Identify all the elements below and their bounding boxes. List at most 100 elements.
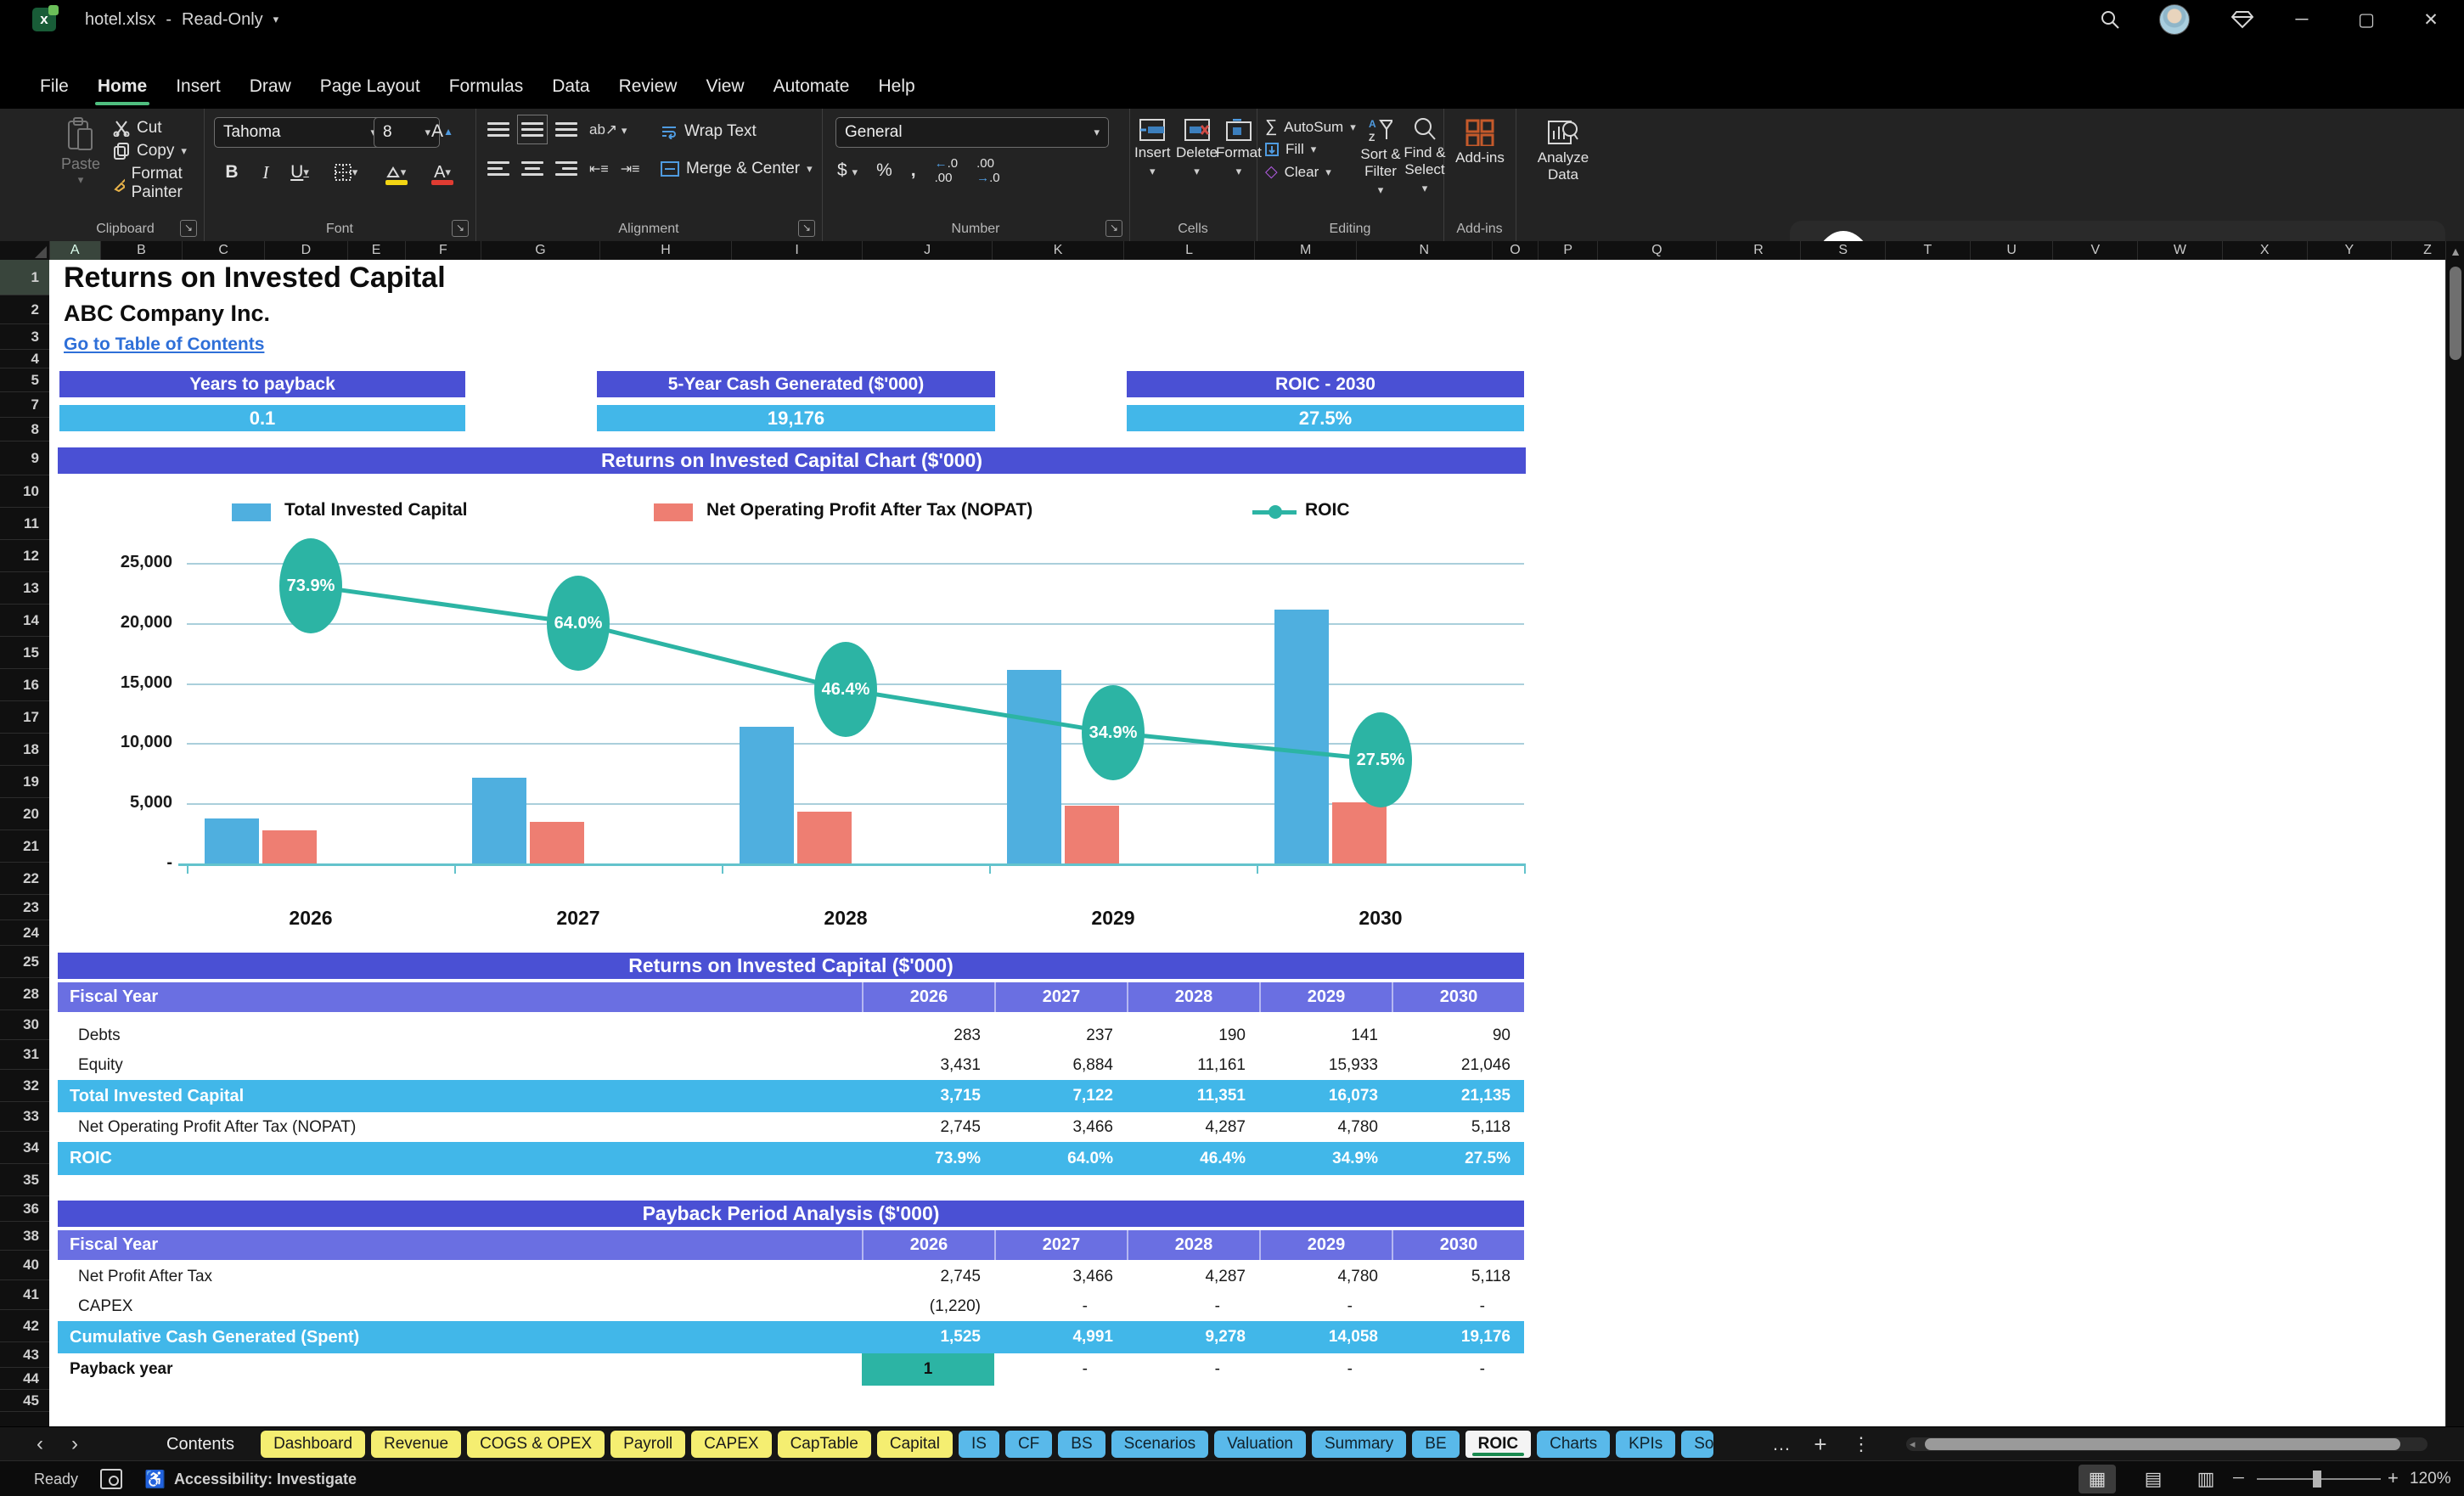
cell-2029[interactable]: 14,058 — [1259, 1321, 1392, 1353]
sheet-tab-cogs-opex[interactable]: COGS & OPEX — [467, 1431, 605, 1458]
column-header-S[interactable]: S — [1801, 241, 1887, 260]
autosum-button[interactable]: ∑ AutoSum ▾ — [1265, 117, 1356, 137]
year-header-2026[interactable]: 2026 — [862, 1230, 994, 1260]
cell-2028[interactable]: 4,287 — [1127, 1262, 1259, 1291]
year-header-2030[interactable]: 2030 — [1392, 982, 1524, 1012]
page-break-view-button[interactable]: ▥ — [2187, 1465, 2225, 1493]
sheet-tab-payroll[interactable]: Payroll — [610, 1431, 686, 1458]
row-header-15[interactable]: 15 — [0, 637, 49, 669]
row-header-5[interactable]: 5 — [0, 368, 49, 392]
column-header-F[interactable]: F — [406, 241, 482, 260]
column-header-I[interactable]: I — [732, 241, 863, 260]
cell-2027[interactable]: 64.0% — [994, 1142, 1127, 1175]
cell-2030[interactable]: 5,118 — [1392, 1112, 1524, 1142]
row-label[interactable]: ROIC — [58, 1142, 862, 1175]
sheet-tab-bs[interactable]: BS — [1058, 1431, 1105, 1458]
cell-2027[interactable]: 4,991 — [994, 1321, 1127, 1353]
ribbon-tab-data[interactable]: Data — [537, 65, 604, 109]
cell-2029[interactable]: - — [1259, 1291, 1392, 1321]
italic-button[interactable]: I — [250, 158, 282, 187]
row-header-21[interactable]: 21 — [0, 830, 49, 863]
format-painter-button[interactable]: Format Painter — [113, 165, 204, 202]
page-layout-view-button[interactable]: ▤ — [2135, 1465, 2172, 1493]
ribbon-tab-review[interactable]: Review — [605, 65, 692, 109]
increase-decimal-button[interactable]: ←.0.00 — [935, 156, 959, 185]
column-header-N[interactable]: N — [1357, 241, 1493, 260]
cell-2028[interactable]: - — [1127, 1291, 1259, 1321]
minimize-button[interactable]: ─ — [2282, 0, 2321, 39]
ribbon-tab-file[interactable]: File — [25, 65, 83, 109]
tabs-scroll-left-icon[interactable]: ‹ — [25, 1432, 54, 1456]
scroll-left-icon[interactable]: ◂ — [1910, 1437, 1916, 1451]
analyze-data-button[interactable]: Analyze Data — [1527, 119, 1599, 183]
align-middle-icon[interactable] — [517, 115, 548, 144]
column-header-J[interactable]: J — [863, 241, 993, 260]
cell-2029[interactable]: - — [1259, 1353, 1392, 1386]
ribbon-tab-view[interactable]: View — [691, 65, 758, 109]
row-header-34[interactable]: 34 — [0, 1132, 49, 1164]
font-dialog-launcher[interactable]: ↘ — [452, 220, 469, 237]
cell-2029[interactable]: 4,780 — [1259, 1262, 1392, 1291]
sheet-tab-so[interactable]: So — [1681, 1431, 1714, 1458]
cell-2030[interactable]: 19,176 — [1392, 1321, 1524, 1353]
cell-2027[interactable]: - — [994, 1353, 1127, 1386]
row-header-14[interactable]: 14 — [0, 605, 49, 637]
sheet-tab-is[interactable]: IS — [959, 1431, 999, 1458]
sheet-tab-dashboard[interactable]: Dashboard — [261, 1431, 366, 1458]
decrease-decimal-button[interactable]: .00 →.0 — [976, 156, 1000, 185]
column-header-D[interactable]: D — [265, 241, 348, 260]
kpi-value-1[interactable]: 19,176 — [597, 405, 995, 431]
cell-2026[interactable]: 2,745 — [862, 1112, 994, 1142]
borders-button[interactable]: ▾ — [329, 158, 362, 187]
row-header-43[interactable]: 43 — [0, 1342, 49, 1368]
row-header-35[interactable]: 35 — [0, 1164, 49, 1196]
cell-2026[interactable]: 3,715 — [862, 1080, 994, 1112]
row-header-45[interactable]: 45 — [0, 1390, 49, 1412]
ribbon-tab-draw[interactable]: Draw — [235, 65, 306, 109]
cell-2030[interactable]: 21,046 — [1392, 1050, 1524, 1080]
row-label[interactable]: Payback year — [58, 1353, 862, 1386]
bold-button[interactable]: B — [216, 158, 248, 187]
delete-cells-button[interactable]: Delete ▾ — [1176, 119, 1218, 178]
ribbon-tab-formulas[interactable]: Formulas — [435, 65, 538, 109]
year-header-2029[interactable]: 2029 — [1259, 1230, 1392, 1260]
column-header-U[interactable]: U — [1971, 241, 2054, 260]
sheet-tab-cf[interactable]: CF — [1004, 1431, 1053, 1458]
cell-2027[interactable]: 7,122 — [994, 1080, 1127, 1112]
fiscal-year-label[interactable]: Fiscal Year — [58, 1230, 862, 1260]
cell-2026[interactable]: 2,745 — [862, 1262, 994, 1291]
column-header-R[interactable]: R — [1717, 241, 1802, 260]
kpi-header-2[interactable]: ROIC - 2030 — [1127, 371, 1524, 397]
row-header-18[interactable]: 18 — [0, 734, 49, 766]
ribbon-tab-home[interactable]: Home — [83, 65, 161, 109]
column-header-C[interactable]: C — [183, 241, 266, 260]
accessibility-status[interactable]: ♿ Accessibility: Investigate — [144, 1469, 357, 1490]
year-header-2026[interactable]: 2026 — [862, 982, 994, 1012]
column-header-V[interactable]: V — [2053, 241, 2139, 260]
cell-2029[interactable]: 16,073 — [1259, 1080, 1392, 1112]
find-select-button[interactable]: Find & Select ▾ — [1403, 117, 1447, 195]
row-header-11[interactable]: 11 — [0, 508, 49, 540]
cell-2027[interactable]: - — [994, 1291, 1127, 1321]
sheet-tab-capex[interactable]: CAPEX — [691, 1431, 772, 1458]
scroll-up-icon[interactable]: ▲ — [2448, 245, 2463, 258]
cell-2026[interactable]: 1,525 — [862, 1321, 994, 1353]
cell-2030[interactable]: - — [1392, 1353, 1524, 1386]
cut-button[interactable]: Cut — [113, 119, 204, 138]
kpi-value-0[interactable]: 0.1 — [59, 405, 465, 431]
zoom-slider-handle[interactable] — [2313, 1471, 2321, 1488]
cell-2030[interactable]: 21,135 — [1392, 1080, 1524, 1112]
column-header-B[interactable]: B — [101, 241, 183, 260]
cell-2030[interactable]: - — [1392, 1291, 1524, 1321]
cell-2027[interactable]: 237 — [994, 1021, 1127, 1050]
row-header-7[interactable]: 7 — [0, 392, 49, 418]
kpi-header-1[interactable]: 5-Year Cash Generated ($'000) — [597, 371, 995, 397]
zoom-in-button[interactable]: + — [2388, 1467, 2399, 1489]
sheet-options-icon[interactable]: ⋮ — [1844, 1427, 1878, 1461]
grow-font-button[interactable]: A ▲ — [426, 117, 458, 146]
row-header-1[interactable]: 1 — [0, 260, 49, 295]
row-header-8[interactable]: 8 — [0, 418, 49, 441]
number-dialog-launcher[interactable]: ↘ — [1105, 220, 1122, 237]
search-icon[interactable] — [2090, 0, 2129, 39]
wrap-text-button[interactable]: Wrap Text — [661, 122, 757, 141]
